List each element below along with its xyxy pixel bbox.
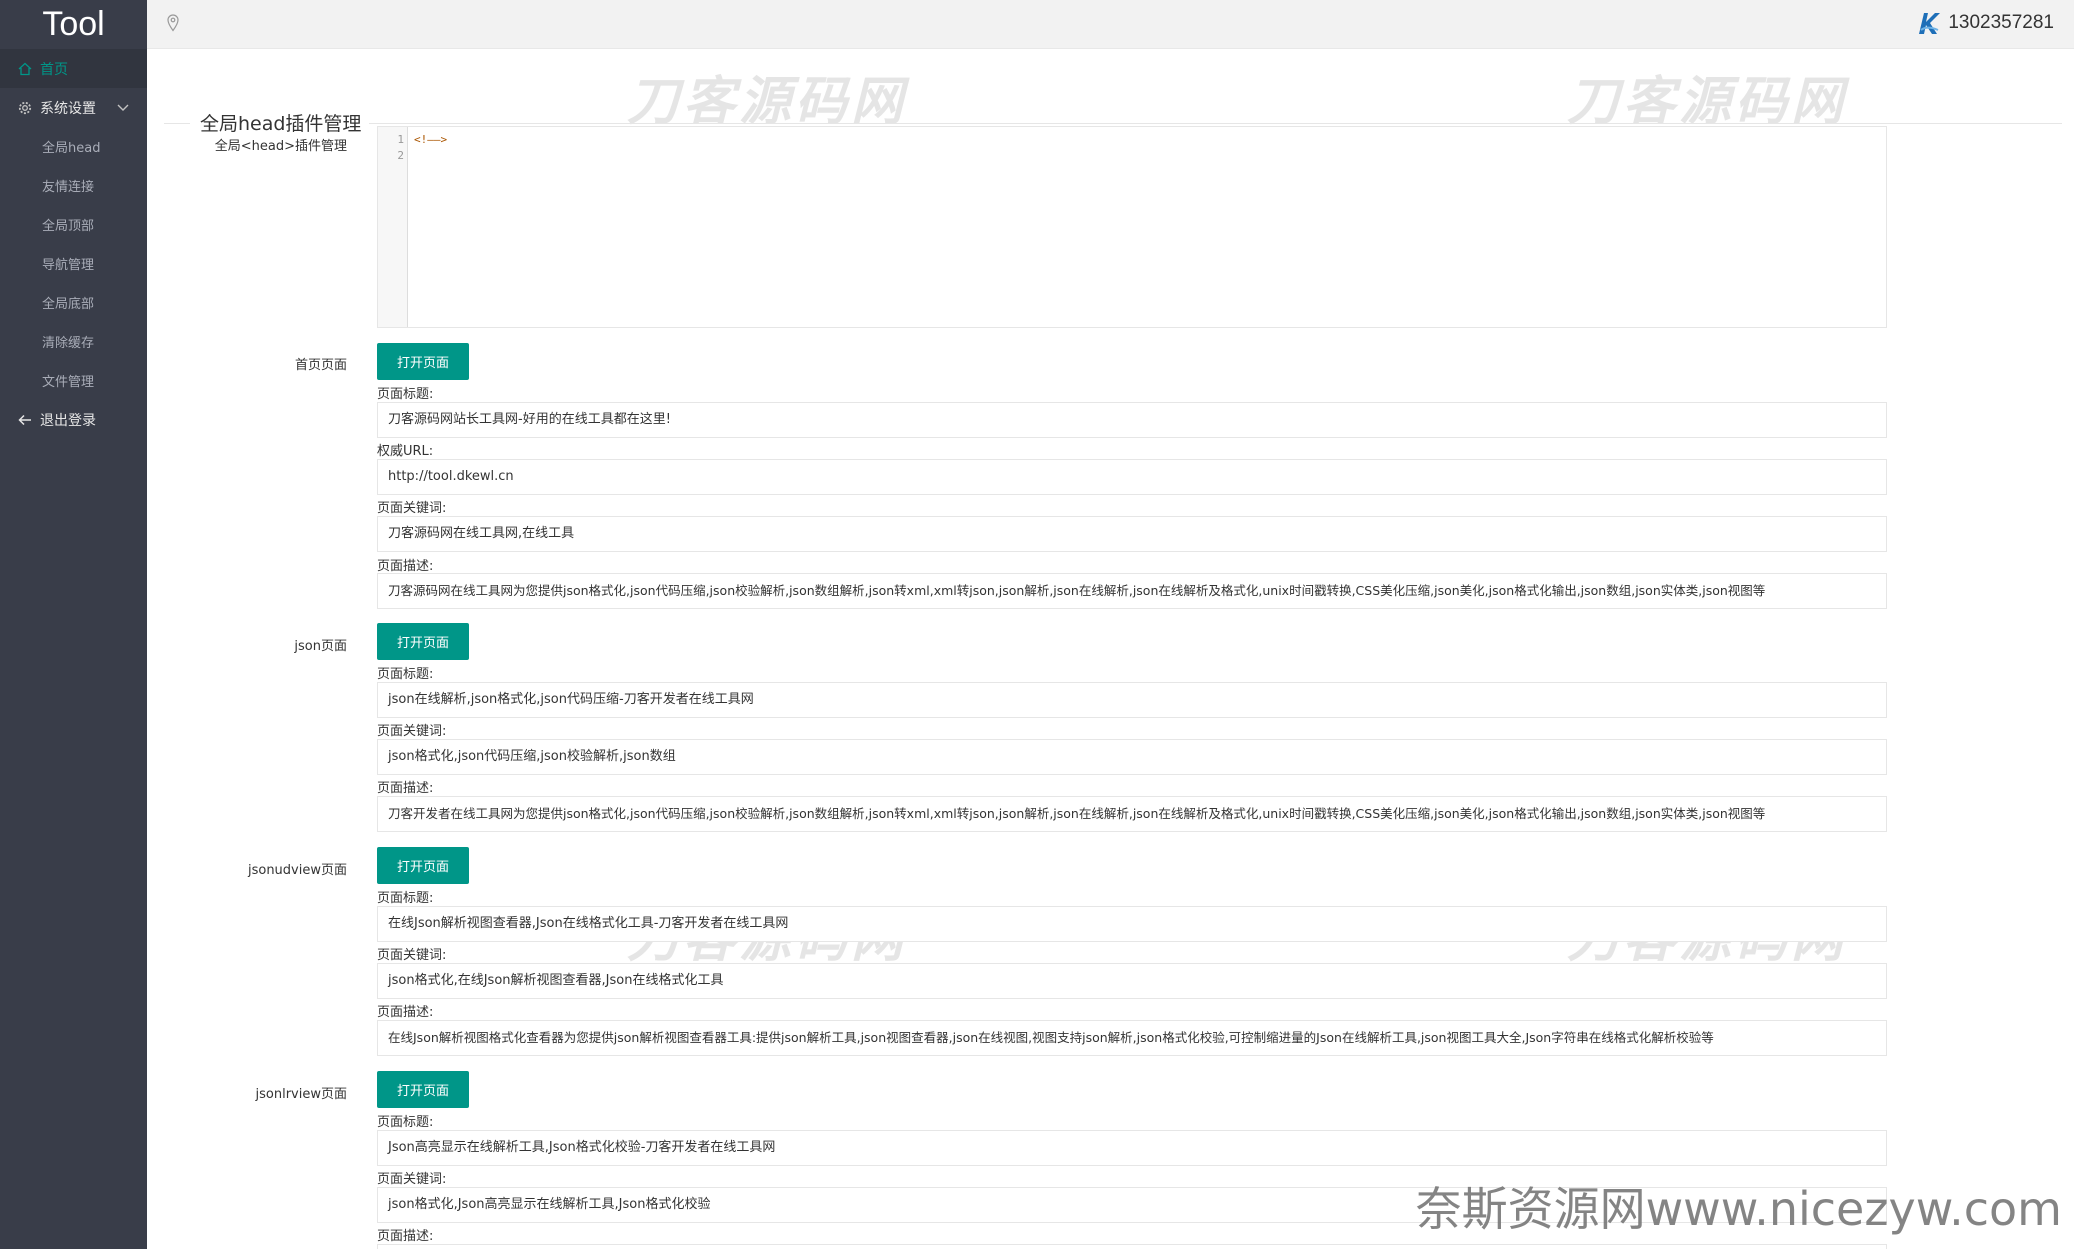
open-page-button[interactable]: 打开页面: [377, 847, 469, 884]
field-label-keywords: 页面关键词:: [377, 724, 447, 739]
editor-code[interactable]: <!——>: [414, 132, 447, 148]
open-page-button[interactable]: 打开页面: [377, 623, 469, 660]
home-icon: [16, 62, 34, 76]
nav-item-settings[interactable]: 系统设置: [0, 88, 147, 127]
jsonudview-title-input[interactable]: 在线Json解析视图查看器,Json在线格式化工具-刀客开发者在线工具网: [377, 906, 1887, 942]
field-label-desc: 页面描述:: [377, 1229, 434, 1244]
json-keywords-input[interactable]: json格式化,json代码压缩,json校验解析,json数组: [377, 739, 1887, 775]
field-label-desc: 页面描述:: [377, 781, 434, 796]
field-label-title: 页面标题:: [377, 667, 434, 682]
app-logo[interactable]: Tool: [0, 0, 147, 49]
sidebar-item-global-head[interactable]: 全局head: [0, 127, 147, 166]
sidebar-item-global-bottom[interactable]: 全局底部: [0, 283, 147, 322]
open-page-button[interactable]: 打开页面: [377, 343, 469, 380]
line-number: 1: [397, 133, 404, 146]
json-title-input[interactable]: json在线解析,json格式化,json代码压缩-刀客开发者在线工具网: [377, 682, 1887, 718]
sidebar: Tool 首页 系统设置 全局head 友情连接 全局顶部 导航管理 全局底部 …: [0, 0, 147, 1249]
sidebar-item-nav-manage[interactable]: 导航管理: [0, 244, 147, 283]
field-label-title: 页面标题:: [377, 387, 434, 402]
nav-settings-label: 系统设置: [40, 100, 96, 117]
home-title-input[interactable]: 刀客源码网站长工具网-好用的在线工具都在这里!: [377, 402, 1887, 438]
home-desc-input[interactable]: 刀客源码网在线工具网为您提供json格式化,json代码压缩,json校验解析,…: [377, 573, 1887, 609]
sidebar-item-file-manage[interactable]: 文件管理: [0, 361, 147, 400]
sidebar-item-global-top[interactable]: 全局顶部: [0, 205, 147, 244]
field-label-title: 页面标题:: [377, 1115, 434, 1130]
nav-home-label: 首页: [40, 61, 68, 78]
gear-icon: [16, 101, 34, 115]
section-jsonudview-label: jsonudview页面: [247, 863, 347, 878]
avatar: [1916, 10, 1942, 36]
jsonudview-keywords-input[interactable]: json格式化,在线Json解析视图查看器,Json在线格式化工具: [377, 963, 1887, 999]
fieldset-header: 全局head插件管理: [164, 79, 2062, 136]
jsonudview-desc-input[interactable]: 在线Json解析视图格式化查看器为您提供json解析视图查看器工具:提供json…: [377, 1020, 1887, 1056]
nav-item-home[interactable]: 首页: [0, 49, 147, 88]
divider: [164, 123, 2062, 124]
field-label-desc: 页面描述:: [377, 1005, 434, 1020]
field-label-keywords: 页面关键词:: [377, 501, 447, 516]
field-label-keywords: 页面关键词:: [377, 948, 447, 963]
line-number: 2: [397, 149, 404, 162]
nav-item-logout[interactable]: 退出登录: [0, 400, 147, 439]
page-title: 全局head插件管理: [190, 109, 370, 136]
jsonlrview-keywords-input[interactable]: json格式化,Json高亮显示在线解析工具,Json格式化校验: [377, 1187, 1887, 1223]
field-label-keywords: 页面关键词:: [377, 1172, 447, 1187]
home-url-input[interactable]: http://tool.dkewl.cn: [377, 459, 1887, 495]
open-page-button[interactable]: 打开页面: [377, 1071, 469, 1108]
location-pin-icon[interactable]: [167, 14, 179, 32]
field-label-title: 页面标题:: [377, 891, 434, 906]
arrow-left-icon: [16, 413, 34, 427]
jsonlrview-desc-input[interactable]: [377, 1244, 1887, 1249]
home-keywords-input[interactable]: 刀客源码网在线工具网,在线工具: [377, 516, 1887, 552]
editor-gutter: 1 2: [378, 127, 408, 327]
section-jsonlrview-label: jsonlrview页面: [255, 1087, 347, 1102]
top-bar: 1302357281: [147, 0, 2074, 49]
user-menu[interactable]: 1302357281: [1916, 10, 2054, 36]
jsonlrview-title-input[interactable]: Json高亮显示在线解析工具,Json格式化校验-刀客开发者在线工具网: [377, 1130, 1887, 1166]
main-content: 刀客源码网 刀客源码网 刀客源码网 刀客源码网 全局head插件管理 全局<he…: [147, 49, 2074, 1249]
field-label-desc: 页面描述:: [377, 559, 434, 574]
field-label-url: 权威URL:: [377, 444, 434, 459]
head-plugin-label: 全局<head>插件管理: [214, 139, 347, 154]
user-id: 1302357281: [1948, 12, 2054, 33]
section-json-label: json页面: [294, 639, 347, 654]
sidebar-item-clear-cache[interactable]: 清除缓存: [0, 322, 147, 361]
section-home-label: 首页页面: [294, 358, 347, 373]
sidebar-item-friend-links[interactable]: 友情连接: [0, 166, 147, 205]
nav-logout-label: 退出登录: [40, 412, 96, 429]
code-editor[interactable]: 1 2 <!——>: [377, 126, 1887, 328]
chevron-down-icon: [117, 101, 129, 115]
json-desc-input[interactable]: 刀客开发者在线工具网为您提供json格式化,json代码压缩,json校验解析,…: [377, 796, 1887, 832]
